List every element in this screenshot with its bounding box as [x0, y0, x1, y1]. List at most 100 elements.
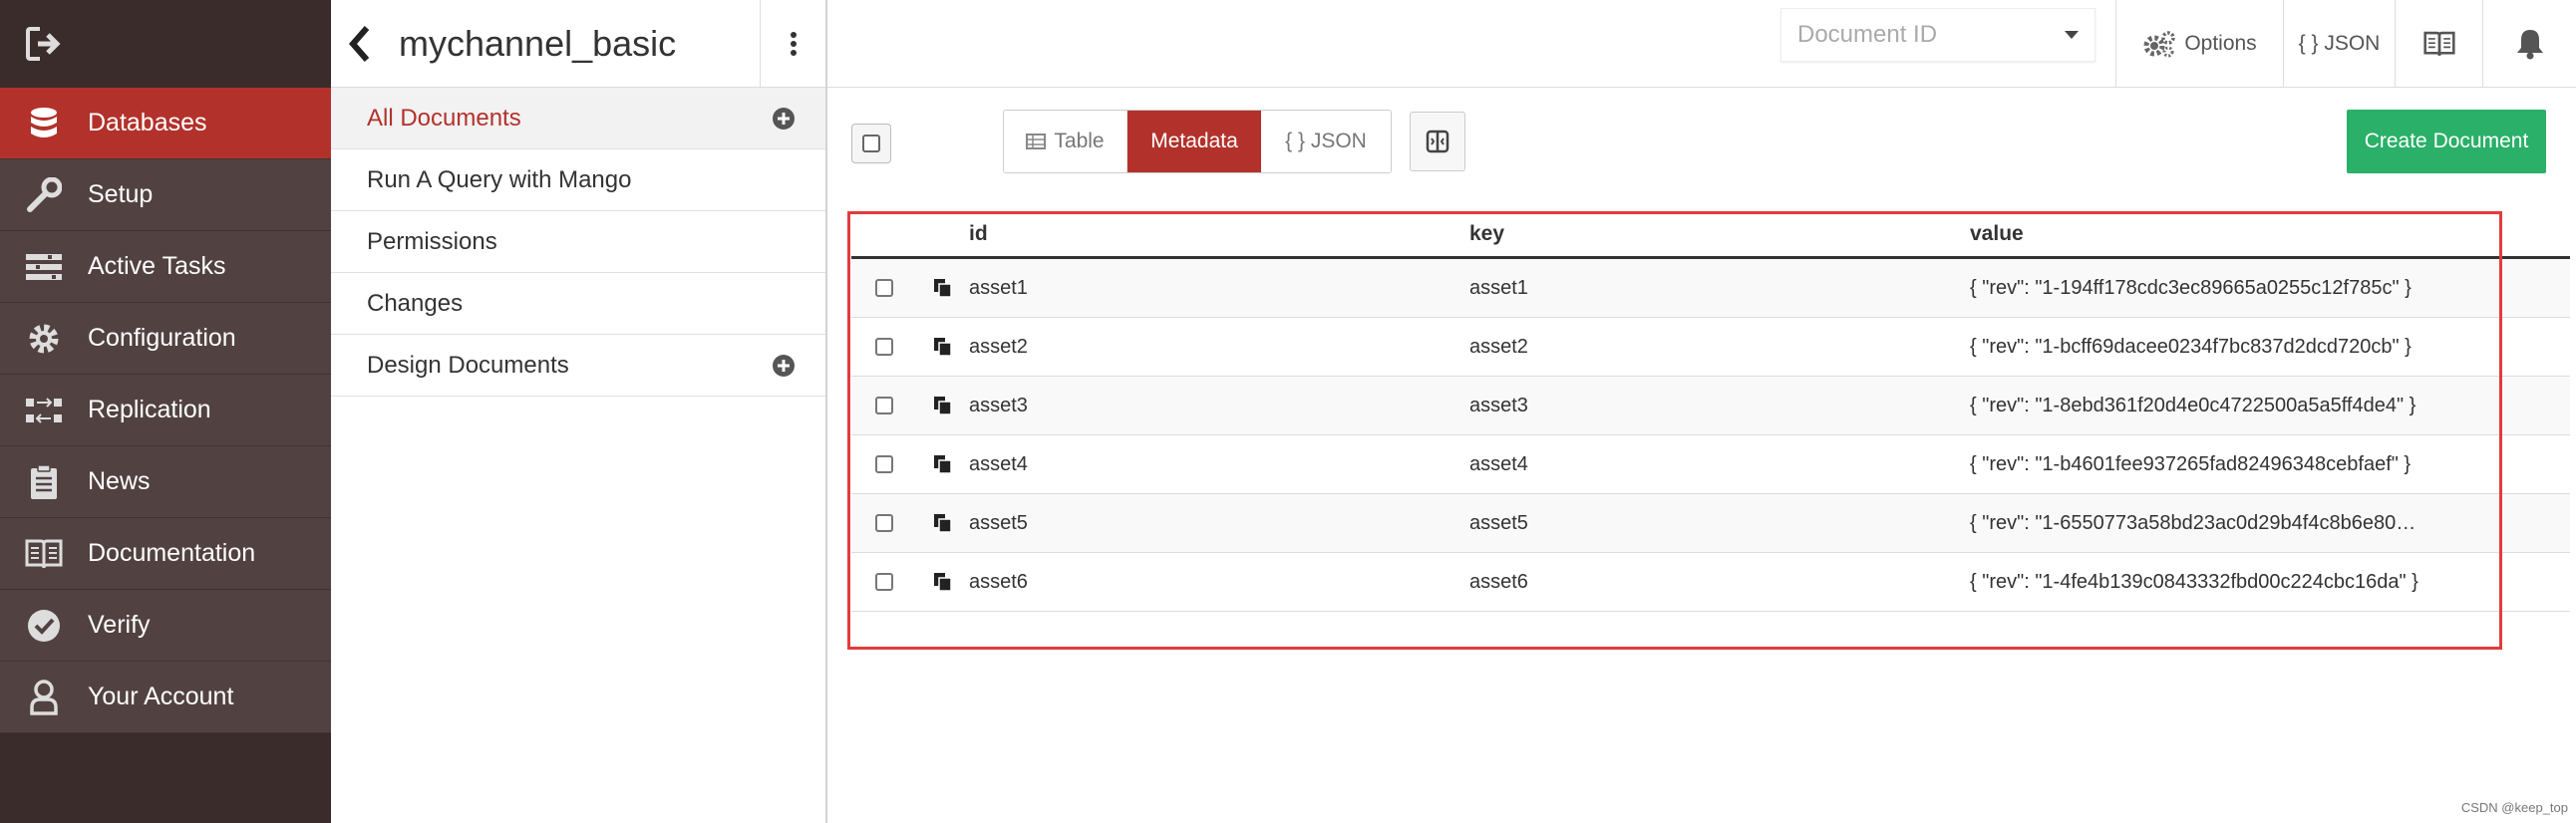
row-checkbox[interactable] — [851, 573, 917, 591]
copy-icon[interactable] — [917, 513, 969, 533]
sidebar-item-label: Permissions — [367, 227, 497, 255]
nav-item-your-account[interactable]: Your Account — [0, 662, 331, 733]
tasks-icon — [0, 252, 88, 282]
documentation-button[interactable] — [2395, 0, 2482, 88]
back-button[interactable] — [331, 0, 389, 88]
table-row[interactable]: asset3 asset3 { "rev": "1-8ebd361f20d4e0… — [851, 377, 2570, 435]
cell-id: asset6 — [969, 570, 1028, 593]
cell-key: asset3 — [1469, 394, 1528, 416]
table-row[interactable]: asset1 asset1 { "rev": "1-194ff178cdc3ec… — [851, 259, 2570, 318]
notifications-button[interactable] — [2482, 0, 2576, 88]
cell-value: { "rev": "1-4fe4b139c0843332fbd00c224cbc… — [1970, 570, 2418, 593]
row-checkbox[interactable] — [851, 514, 917, 532]
bell-icon — [2516, 30, 2543, 60]
logout-button[interactable] — [0, 0, 331, 88]
sidebar-item-label: All Documents — [367, 104, 521, 132]
database-sidebar: mychannel_basic All Documents Run A Quer… — [331, 0, 827, 823]
tab-label: { } JSON — [1285, 130, 1367, 152]
nav-item-setup[interactable]: Setup — [0, 159, 331, 231]
caret-down-icon — [2065, 31, 2079, 39]
nav-item-news[interactable]: News — [0, 446, 331, 518]
nav-item-verify[interactable]: Verify — [0, 590, 331, 662]
document-id-input[interactable] — [1797, 21, 2037, 49]
nav-label: Active Tasks — [88, 252, 226, 280]
add-circle-icon[interactable] — [772, 354, 796, 378]
row-checkbox[interactable] — [851, 455, 917, 473]
column-header-id[interactable]: id — [969, 222, 1469, 246]
cell-id: asset1 — [969, 276, 1028, 299]
tab-label: Metadata — [1150, 130, 1238, 152]
copy-icon[interactable] — [917, 572, 969, 592]
wrench-icon — [0, 176, 88, 213]
book-icon — [2422, 31, 2455, 56]
sidebar-item-all-documents[interactable]: All Documents — [331, 88, 825, 149]
copy-icon[interactable] — [917, 337, 969, 357]
nav-label: Configuration — [88, 324, 236, 352]
cell-value: { "rev": "1-8ebd361f20d4e0c4722500a5a5ff… — [1970, 394, 2416, 416]
tab-json[interactable]: { } JSON — [1261, 111, 1391, 172]
sidebar-item-mango-query[interactable]: Run A Query with Mango — [331, 149, 825, 211]
view-tabs: Table Metadata { } JSON — [1003, 110, 1392, 173]
chevron-left-icon — [349, 25, 370, 62]
nav-item-active-tasks[interactable]: Active Tasks — [0, 231, 331, 303]
table-row[interactable]: asset6 asset6 { "rev": "1-4fe4b139c08433… — [851, 553, 2570, 612]
nav-item-documentation[interactable]: Documentation — [0, 518, 331, 590]
nav-item-configuration[interactable]: Configuration — [0, 303, 331, 375]
table-row[interactable]: asset4 asset4 { "rev": "1-b4601fee937265… — [851, 435, 2570, 494]
tab-metadata[interactable]: Metadata — [1127, 111, 1261, 172]
table-row[interactable]: asset2 asset2 { "rev": "1-bcff69dacee023… — [851, 318, 2570, 377]
nav-label: Documentation — [88, 539, 256, 567]
sidebar-item-changes[interactable]: Changes — [331, 273, 825, 335]
options-button[interactable]: Options — [2115, 0, 2283, 88]
table-body: asset1 asset1 { "rev": "1-194ff178cdc3ec… — [851, 259, 2570, 612]
copy-icon[interactable] — [917, 278, 969, 298]
user-icon — [0, 679, 88, 715]
document-id-select[interactable] — [1780, 8, 2095, 62]
cell-key: asset6 — [1469, 570, 1528, 593]
cell-key: asset5 — [1469, 511, 1528, 534]
main-nav: Databases Setup Active Tasks Configurati… — [0, 0, 331, 823]
options-label: Options — [2184, 32, 2257, 55]
nav-items: Databases Setup Active Tasks Configurati… — [0, 88, 331, 733]
nav-item-databases[interactable]: Databases — [0, 88, 331, 159]
column-header-key[interactable]: key — [1469, 222, 1970, 246]
api-json-button[interactable]: { } JSON — [2283, 0, 2395, 88]
cell-id: asset5 — [969, 511, 1028, 534]
cell-id: asset3 — [969, 394, 1028, 416]
sidebar-item-design-documents[interactable]: Design Documents — [331, 335, 825, 397]
cell-key: asset4 — [1469, 452, 1528, 475]
columns-icon — [1426, 130, 1449, 153]
row-checkbox[interactable] — [851, 397, 917, 414]
cell-id: asset4 — [969, 452, 1028, 475]
row-checkbox[interactable] — [851, 279, 917, 297]
database-menu-button[interactable] — [760, 0, 825, 88]
row-checkbox[interactable] — [851, 338, 917, 356]
watermark: CSDN @keep_top — [2460, 800, 2568, 815]
add-circle-icon[interactable] — [772, 107, 796, 131]
nav-item-replication[interactable]: Replication — [0, 375, 331, 446]
sidebar-item-permissions[interactable]: Permissions — [331, 211, 825, 273]
database-header: mychannel_basic — [331, 0, 825, 88]
cell-value: { "rev": "1-b4601fee937265fad82496348ceb… — [1970, 452, 2412, 475]
create-document-button[interactable]: Create Document — [2347, 110, 2546, 173]
column-header-value[interactable]: value — [1970, 222, 2528, 246]
tab-label: Table — [1054, 130, 1105, 152]
database-icon — [0, 107, 88, 140]
column-layout-button[interactable] — [1410, 112, 1465, 171]
nav-label: Replication — [88, 396, 211, 423]
checkbox-box — [862, 135, 880, 152]
sidebar-item-label: Changes — [367, 289, 464, 317]
cell-value: { "rev": "1-bcff69dacee0234f7bc837d2dcd7… — [1970, 335, 2412, 358]
cell-id: asset2 — [969, 335, 1028, 358]
table-row[interactable]: asset5 asset5 { "rev": "1-6550773a58bd23… — [851, 494, 2570, 553]
sign-out-icon — [26, 27, 61, 61]
copy-icon[interactable] — [917, 454, 969, 474]
tab-table[interactable]: Table — [1004, 111, 1127, 172]
vertical-dots-icon — [790, 31, 797, 56]
nav-label: Databases — [88, 109, 207, 137]
copy-icon[interactable] — [917, 396, 969, 415]
select-all-checkbox[interactable] — [851, 124, 891, 163]
sidebar-item-label: Design Documents — [367, 351, 569, 379]
sidebar-item-label: Run A Query with Mango — [367, 165, 632, 193]
cell-value: { "rev": "1-6550773a58bd23ac0d29b4f4c8b6… — [1970, 511, 2416, 534]
